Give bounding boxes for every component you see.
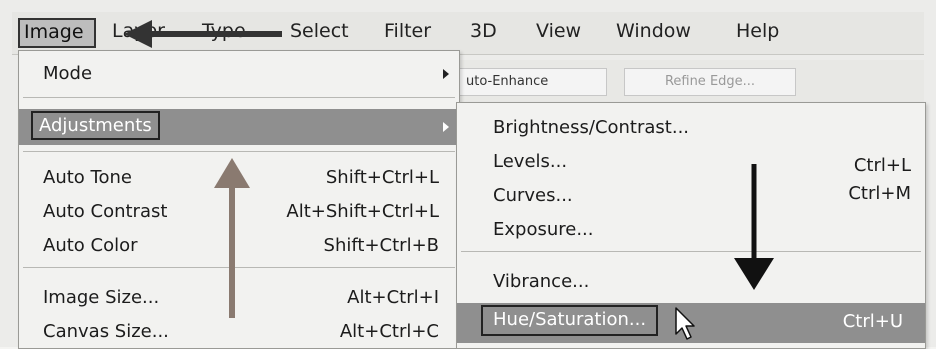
adjustments-submenu: Brightness/Contrast... Levels... Ctrl+L … bbox=[456, 102, 926, 349]
menu-view[interactable]: View bbox=[536, 20, 581, 42]
menu-item-shortcut: Shift+Ctrl+B bbox=[323, 235, 439, 256]
menu-item-adjustments[interactable]: Adjustments bbox=[19, 109, 459, 145]
submenu-arrow-icon bbox=[443, 69, 449, 79]
menu-window[interactable]: Window bbox=[616, 20, 691, 42]
menu-image[interactable]: Image bbox=[18, 18, 96, 48]
menu-item-label: Auto Tone bbox=[43, 167, 132, 188]
menu-separator bbox=[23, 267, 455, 268]
menu-help[interactable]: Help bbox=[736, 20, 779, 42]
auto-enhance-checkbox[interactable]: uto-Enhance bbox=[456, 68, 607, 96]
menu-item-vibrance[interactable]: Vibrance... bbox=[457, 267, 925, 297]
menu-item-brightness-contrast[interactable]: Brightness/Contrast... bbox=[457, 113, 925, 143]
submenu-arrow-icon bbox=[443, 122, 449, 132]
menu-item-shortcut: Alt+Ctrl+C bbox=[339, 321, 439, 342]
menu-item-exposure[interactable]: Exposure... bbox=[457, 215, 925, 245]
menu-item-shortcut: Ctrl+L bbox=[853, 155, 911, 176]
menu-item-auto-tone[interactable]: Auto Tone Shift+Ctrl+L bbox=[19, 163, 459, 193]
refine-edge-button[interactable]: Refine Edge... bbox=[624, 68, 796, 96]
menu-item-label: Brightness/Contrast... bbox=[493, 117, 690, 138]
menu-item-label: Canvas Size... bbox=[43, 321, 169, 342]
menu-item-label: Vibrance... bbox=[493, 271, 590, 292]
menu-separator bbox=[23, 151, 455, 152]
menu-item-label: Auto Contrast bbox=[43, 201, 168, 222]
menu-item-label: Exposure... bbox=[493, 219, 594, 240]
menu-item-label: Auto Color bbox=[43, 235, 138, 256]
menu-item-label: Levels... bbox=[493, 151, 568, 172]
menu-item-mode[interactable]: Mode bbox=[19, 59, 459, 89]
menu-separator bbox=[23, 97, 455, 98]
menu-item-canvas-size[interactable]: Canvas Size... Alt+Ctrl+C bbox=[19, 317, 459, 347]
menu-type[interactable]: Type bbox=[202, 20, 246, 42]
menu-bar: Image Layer Type Select Filter 3D View W… bbox=[12, 12, 924, 55]
menu-filter[interactable]: Filter bbox=[384, 20, 431, 42]
menu-item-label: Mode bbox=[43, 63, 93, 84]
menu-item-label: Image Size... bbox=[43, 287, 160, 308]
menu-item-shortcut: Ctrl+M bbox=[848, 183, 911, 204]
menu-item-label: Curves... bbox=[493, 185, 573, 206]
menu-item-shortcut: Ctrl+U bbox=[842, 311, 903, 332]
menu-3d[interactable]: 3D bbox=[470, 20, 497, 42]
menu-item-auto-contrast[interactable]: Auto Contrast Alt+Shift+Ctrl+L bbox=[19, 197, 459, 227]
menu-item-shortcut: Alt+Shift+Ctrl+L bbox=[286, 201, 439, 222]
menu-item-label: Adjustments bbox=[31, 111, 160, 140]
menu-item-hue-saturation[interactable]: Hue/Saturation... Ctrl+U bbox=[457, 303, 925, 343]
menu-item-curves[interactable]: Curves... Ctrl+M bbox=[457, 181, 925, 211]
menu-item-label: Hue/Saturation... bbox=[481, 305, 659, 336]
menu-item-shortcut: Shift+Ctrl+L bbox=[325, 167, 439, 188]
menu-item-auto-color[interactable]: Auto Color Shift+Ctrl+B bbox=[19, 231, 459, 261]
menu-item-levels[interactable]: Levels... Ctrl+L bbox=[457, 147, 925, 177]
menu-item-image-size[interactable]: Image Size... Alt+Ctrl+I bbox=[19, 283, 459, 313]
menu-layer[interactable]: Layer bbox=[112, 20, 165, 42]
image-menu: Mode Adjustments Auto Tone Shift+Ctrl+L … bbox=[18, 50, 460, 349]
menu-item-shortcut: Alt+Ctrl+I bbox=[347, 287, 439, 308]
menu-separator bbox=[461, 251, 921, 252]
menu-select[interactable]: Select bbox=[290, 20, 349, 42]
